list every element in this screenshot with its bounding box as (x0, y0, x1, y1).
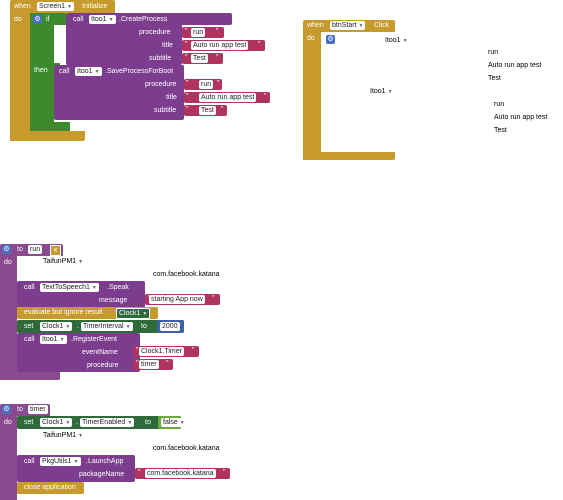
to-label-4: to (145, 419, 151, 426)
title-param-label: title (162, 42, 173, 49)
create-process-method: .CreateProcess (119, 16, 168, 23)
save-process-method: .SaveProcessForBoot (105, 68, 174, 75)
call-label-5: call (24, 458, 35, 465)
collapsed-package-text-2: com.facebook.katana (153, 445, 220, 452)
subtitle-param-label: subtitle (149, 55, 172, 62)
procedure-param-label-2: procedure (145, 81, 177, 88)
when-label-2: when (307, 22, 324, 29)
call-label-2: call (59, 68, 70, 75)
dot-label: . (77, 323, 79, 330)
itoo1-dropdown-3[interactable]: Itoo1 ▼ (40, 335, 67, 344)
do-label: do (14, 16, 22, 23)
procedure-name-field-2[interactable]: timer (28, 405, 48, 414)
procedure-text-value[interactable]: run (191, 28, 206, 37)
packagename-param-label: packageName (79, 471, 125, 478)
timer-interval-value[interactable]: 2000 (160, 322, 180, 331)
do-label-4: do (4, 419, 12, 426)
texttospeech1-dropdown[interactable]: TextToSpeech1 ▼ (40, 283, 99, 292)
message-text-value[interactable]: starting App now (149, 295, 205, 304)
eventname-text-value[interactable]: Clock1.Timer (139, 347, 184, 356)
collapsed-text-run-2: run (494, 101, 505, 108)
to-label: to (17, 246, 23, 253)
initialize-event-label: Initialize (82, 3, 108, 10)
do-label-3: do (4, 259, 12, 266)
call-mutator-gear-icon[interactable]: ⚙ (326, 35, 335, 44)
collapsed-call-label-2[interactable]: Itoo1 ▼ (370, 88, 393, 95)
click-event-label: Click (374, 22, 390, 29)
pkgutils1-dropdown[interactable]: PkgUtils1 ▼ (40, 457, 81, 466)
collapsed-text-run: run (488, 49, 499, 56)
screen1-dropdown[interactable]: Screen1 ▼ (37, 2, 75, 11)
collapsed-text-title: Auto run app test (488, 62, 542, 69)
collapsed-text-subtitle-2: Test (494, 127, 507, 134)
title-text-value-2[interactable]: Auto run app test (199, 93, 257, 102)
call-label: call (73, 16, 84, 23)
evaluate-ignore-label: evaluate but ignore result (24, 309, 103, 316)
btnstart-dropdown[interactable]: btnStart ▼ (330, 21, 366, 30)
collapsed-text-subtitle: Test (488, 75, 501, 82)
timerenabled-dropdown[interactable]: TimerEnabled ▼ (80, 418, 135, 427)
speak-method: .Speak (107, 284, 129, 291)
subtitle-text-value-2[interactable]: Test (199, 106, 216, 115)
procedure-text-value-2[interactable]: run (199, 80, 214, 89)
launchapp-method: .LaunchApp (86, 458, 124, 465)
call-label-3: call (24, 284, 35, 291)
collapsed-taifun-label-2[interactable]: TaifunPM1 ▼ (43, 432, 83, 439)
eventname-param-label: eventName (82, 349, 118, 356)
itoo1-dropdown-2[interactable]: Itoo1 ▼ (75, 67, 102, 76)
call-label-4: call (24, 336, 35, 343)
collapsed-package-text: com.facebook.katana (153, 271, 220, 278)
clock1-getter[interactable]: Clock1 ▼ (116, 308, 151, 319)
timerinterval-dropdown[interactable]: TimerInterval ▼ (81, 322, 133, 331)
procedure-param-label: procedure (139, 29, 171, 36)
procedure-param-label-3: procedure (87, 362, 119, 369)
to-label-2: to (141, 323, 147, 330)
procedure-text-value-3[interactable]: timer (139, 360, 159, 369)
title-param-label-2: title (166, 94, 177, 101)
close-icon[interactable]: x (50, 245, 61, 256)
packagename-text-value[interactable]: com.facebook.katana (145, 469, 216, 478)
if-mutator-gear-icon[interactable]: ⚙ (33, 15, 42, 24)
procedure-name-field[interactable]: run (28, 245, 43, 254)
close-application-label: close application (24, 484, 76, 491)
title-text-value[interactable]: Auto run app test (191, 41, 249, 50)
dot-label-2: . (76, 419, 78, 426)
collapsed-text-title-2: Auto run app test (494, 114, 548, 121)
subtitle-text-value[interactable]: Test (191, 54, 208, 63)
register-event-method: .RegisterEvent (71, 336, 117, 343)
procedure-mutator-gear-icon-2[interactable]: ⚙ (2, 405, 11, 414)
subtitle-param-label-2: subtitle (154, 107, 177, 114)
itoo1-dropdown[interactable]: Itoo1 ▼ (89, 15, 116, 24)
collapsed-call-label-1[interactable]: Itoo1 ▼ (385, 37, 408, 44)
timerenabled-value[interactable]: false ▼ (161, 418, 187, 427)
clock1-set-dropdown[interactable]: Clock1 ▼ (40, 322, 73, 331)
do-label-2: do (307, 35, 315, 42)
set-label: set (24, 323, 34, 330)
to-label-3: to (17, 406, 23, 413)
collapsed-taifun-label[interactable]: TaifunPM1 ▼ (43, 258, 83, 265)
message-param-label: message (99, 297, 128, 304)
set-label-2: set (24, 419, 34, 426)
if-label: if (46, 16, 50, 23)
clock1-set-dropdown-2[interactable]: Clock1 ▼ (40, 418, 73, 427)
when-label: when (14, 3, 31, 10)
procedure-mutator-gear-icon[interactable]: ⚙ (2, 245, 11, 254)
then-label: then (34, 67, 48, 74)
